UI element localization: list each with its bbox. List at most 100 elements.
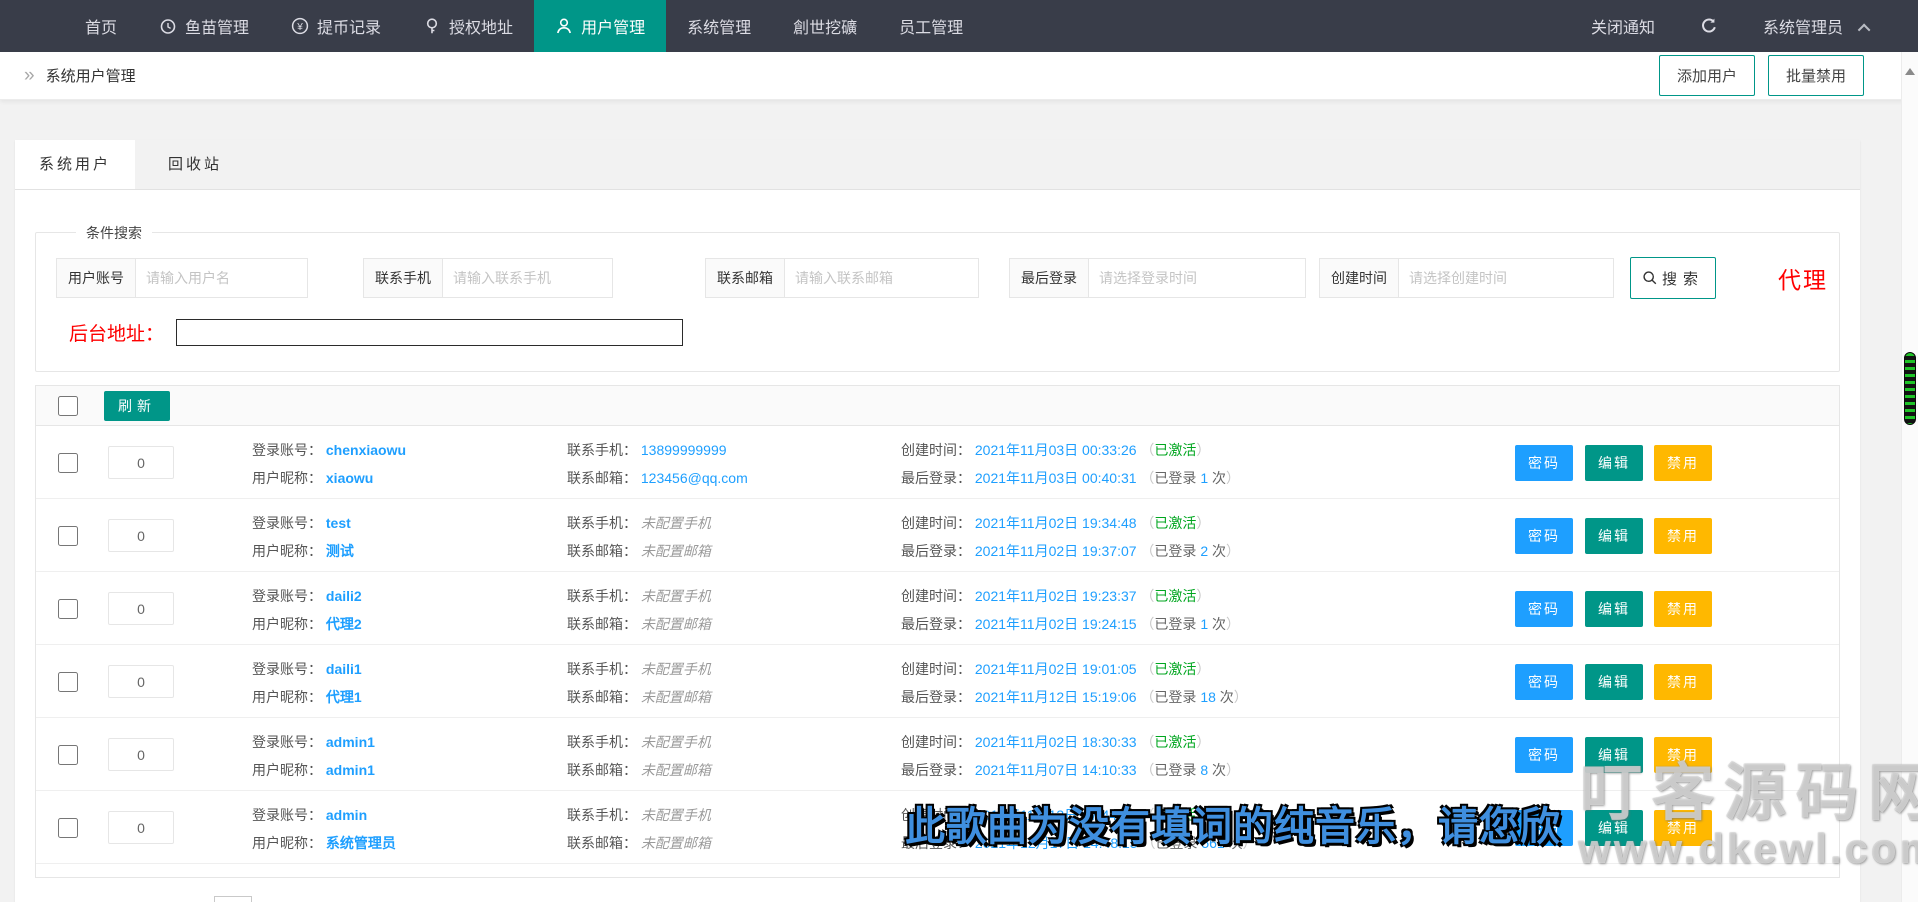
- last-login-filter-input[interactable]: [1089, 258, 1306, 298]
- password-button[interactable]: 密码: [1515, 664, 1573, 700]
- row-number-input[interactable]: [108, 592, 174, 625]
- account-filter-input[interactable]: [136, 258, 308, 298]
- password-button[interactable]: 密码: [1515, 445, 1573, 481]
- paren: ）: [1196, 515, 1210, 531]
- phone-label: 联系手机：: [567, 734, 637, 750]
- nav-item-system-management[interactable]: 系统管理: [666, 0, 772, 52]
- status-badge: 已激活: [1154, 515, 1196, 531]
- nickname-value[interactable]: xiaowu: [326, 470, 373, 486]
- scroll-up-arrow-icon[interactable]: [1905, 68, 1915, 75]
- paren: （: [1140, 442, 1154, 458]
- batch-disable-button[interactable]: 批量禁用: [1768, 55, 1864, 96]
- paren: ）: [1226, 616, 1240, 632]
- nav-item-authorized-address[interactable]: 授权地址: [402, 0, 534, 52]
- account-label: 登录账号：: [252, 515, 322, 531]
- clock-icon: [159, 17, 177, 35]
- admin-menu[interactable]: 系统管理员: [1741, 14, 1892, 38]
- nickname-value[interactable]: admin1: [326, 762, 375, 778]
- disable-button[interactable]: 禁用: [1654, 445, 1712, 481]
- row-number-input[interactable]: [108, 811, 174, 844]
- edit-button[interactable]: 编辑: [1585, 591, 1643, 627]
- backend-address-input[interactable]: [176, 319, 683, 346]
- select-all-checkbox[interactable]: [58, 396, 78, 416]
- phone-value: 未配置手机: [641, 588, 711, 604]
- created-value: 2021年11月03日 00:33:26: [975, 442, 1137, 458]
- tab-system-users[interactable]: 系统用户: [15, 140, 135, 189]
- email-filter-input[interactable]: [785, 258, 979, 298]
- nav-item-withdraw-records[interactable]: ¥ 提币记录: [270, 0, 402, 52]
- email-value: 未配置邮箱: [641, 616, 711, 632]
- password-button[interactable]: 密码: [1515, 737, 1573, 773]
- paren: （: [1140, 616, 1154, 632]
- add-user-button[interactable]: 添加用户: [1659, 55, 1755, 96]
- account-label: 登录账号：: [252, 807, 322, 823]
- login-count-value: 8: [1200, 762, 1208, 778]
- backend-address-label: 后台地址：: [69, 319, 164, 346]
- edit-button[interactable]: 编辑: [1585, 445, 1643, 481]
- close-notice-button[interactable]: 关闭通知: [1569, 14, 1677, 38]
- nickname-value[interactable]: 代理2: [326, 616, 362, 632]
- edit-button[interactable]: 编辑: [1585, 664, 1643, 700]
- email-filter-label: 联系邮箱: [705, 258, 785, 298]
- email-label: 联系邮箱：: [567, 762, 637, 778]
- created-label: 创建时间：: [901, 661, 971, 677]
- row-checkbox[interactable]: [58, 818, 78, 838]
- nickname-value[interactable]: 测试: [326, 543, 354, 559]
- search-button[interactable]: 搜索: [1630, 257, 1716, 299]
- row-checkbox[interactable]: [58, 599, 78, 619]
- phone-filter-input[interactable]: [443, 258, 613, 298]
- paren: ）: [1196, 588, 1210, 604]
- row-checkbox[interactable]: [58, 745, 78, 765]
- password-button[interactable]: 密码: [1515, 591, 1573, 627]
- search-icon: [1642, 270, 1658, 286]
- disable-button[interactable]: 禁用: [1654, 591, 1712, 627]
- nickname-value[interactable]: 系统管理员: [326, 835, 396, 851]
- row-checkbox[interactable]: [58, 526, 78, 546]
- disable-button[interactable]: 禁用: [1654, 664, 1712, 700]
- admin-name: 系统管理员: [1763, 14, 1843, 38]
- row-checkbox[interactable]: [58, 672, 78, 692]
- nickname-value[interactable]: 代理1: [326, 689, 362, 705]
- row-number-input[interactable]: [108, 446, 174, 479]
- watermark-site-name: 叮客源码网: [1578, 760, 1918, 828]
- account-value[interactable]: admin1: [326, 734, 375, 750]
- pin-icon: [423, 17, 441, 35]
- paren: （: [1140, 661, 1154, 677]
- refresh-icon[interactable]: [1677, 16, 1741, 36]
- row-checkbox[interactable]: [58, 453, 78, 473]
- nickname-label: 用户昵称：: [252, 689, 322, 705]
- row-number-input[interactable]: [108, 738, 174, 771]
- nav-item-genesis-mining[interactable]: 創世挖礦: [772, 0, 878, 52]
- phone-label: 联系手机：: [567, 807, 637, 823]
- page: 首页 鱼苗管理 ¥ 提币记录 授权地址 用户管理 系统管理 創世挖礦 员工管理: [0, 0, 1918, 902]
- scrollbar-thumb[interactable]: [1904, 352, 1916, 425]
- tab-recycle-bin[interactable]: 回收站: [135, 140, 255, 189]
- nav-item-fry-management[interactable]: 鱼苗管理: [138, 0, 270, 52]
- login-count-prefix: 已登录: [1154, 762, 1196, 778]
- nav-item-user-management[interactable]: 用户管理: [534, 0, 666, 52]
- account-label: 登录账号：: [252, 661, 322, 677]
- account-value[interactable]: chenxiaowu: [326, 442, 406, 458]
- email-value: 未配置邮箱: [641, 543, 711, 559]
- edit-button[interactable]: 编辑: [1585, 518, 1643, 554]
- svg-text:¥: ¥: [296, 22, 303, 33]
- email-value: 未配置邮箱: [641, 762, 711, 778]
- table-row: 登录账号： daili2 用户昵称： 代理2 联系手机： 未配置手机 联系邮箱：…: [36, 572, 1839, 645]
- pagination-stub[interactable]: [214, 896, 252, 902]
- account-value[interactable]: admin: [326, 807, 367, 823]
- refresh-button[interactable]: 刷新: [104, 391, 170, 421]
- password-button[interactable]: 密码: [1515, 518, 1573, 554]
- nav-item-staff-management[interactable]: 员工管理: [878, 0, 984, 52]
- created-time-filter-input[interactable]: [1399, 258, 1614, 298]
- login-count-suffix: 次: [1212, 762, 1226, 778]
- row-number-input[interactable]: [108, 519, 174, 552]
- disable-button[interactable]: 禁用: [1654, 518, 1712, 554]
- table-row: 登录账号： test 用户昵称： 测试 联系手机： 未配置手机 联系邮箱： 未配…: [36, 499, 1839, 572]
- account-value[interactable]: test: [326, 515, 351, 531]
- account-value[interactable]: daili2: [326, 588, 362, 604]
- created-value: 2021年11月02日 19:23:37: [975, 588, 1137, 604]
- nav-item-home[interactable]: 首页: [64, 0, 138, 52]
- account-value[interactable]: daili1: [326, 661, 362, 677]
- nickname-label: 用户昵称：: [252, 470, 322, 486]
- row-number-input[interactable]: [108, 665, 174, 698]
